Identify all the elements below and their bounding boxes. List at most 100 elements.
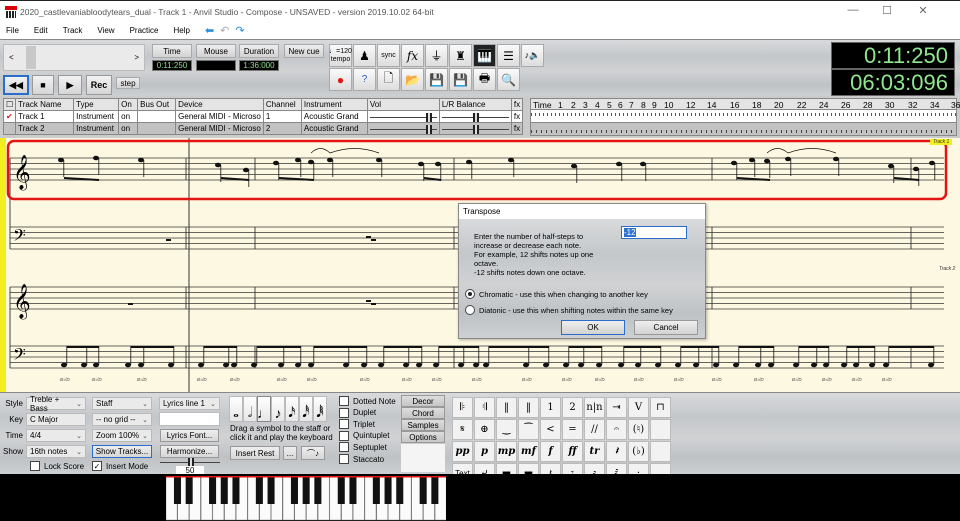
checkbox-box[interactable] — [339, 430, 349, 441]
select-all-checkbox[interactable]: ☐ — [2, 98, 17, 111]
black-key[interactable] — [267, 476, 275, 504]
zoom-select[interactable]: Zoom 100% ⌄ — [92, 429, 152, 442]
keyboard-synth-icon[interactable]: 🎹 — [473, 44, 496, 67]
black-key[interactable] — [372, 476, 380, 504]
decor-symbol[interactable]: mf — [518, 441, 539, 462]
measure-number[interactable]: 8 — [641, 100, 646, 110]
decor-symbol[interactable]: n|n — [584, 397, 605, 418]
scroll-thumb[interactable] — [26, 46, 36, 69]
checkbox-duplet[interactable]: Duplet — [339, 407, 376, 418]
volume-knob[interactable] — [425, 112, 432, 122]
checkbox-dotted-note[interactable]: Dotted Note — [339, 396, 396, 406]
insert-mode-checkbox[interactable]: ✓ Insert Mode — [92, 461, 148, 471]
decor-symbol[interactable]: 𝄐 — [606, 419, 627, 440]
ok-button[interactable]: OK — [561, 320, 625, 335]
play-button[interactable]: ▶ — [58, 75, 82, 95]
checkbox-box[interactable] — [339, 396, 349, 406]
checkbox-box[interactable] — [339, 419, 349, 430]
open-folder-icon[interactable]: 📂 — [401, 68, 424, 91]
track-instrument[interactable]: Acoustic Grand — [300, 110, 368, 123]
time-signature-select[interactable]: 4/4 ⌄ — [26, 429, 86, 442]
track-active-check-icon[interactable]: ✔ — [2, 110, 17, 123]
col-bus-out[interactable]: Bus Out — [137, 98, 177, 111]
decor-symbol[interactable]: p — [474, 441, 495, 462]
menu-view[interactable]: View — [97, 26, 114, 35]
decor-symbol[interactable]: tr — [584, 441, 605, 462]
decor-symbol[interactable]: ⇥ — [606, 397, 627, 418]
half-steps-input[interactable]: -12 — [621, 226, 687, 239]
black-key[interactable] — [232, 476, 240, 504]
lyrics-line-select[interactable]: Lyrics line 1 ⌄ — [159, 397, 220, 410]
lyrics-font-button[interactable]: Lyrics Font... — [160, 429, 219, 442]
black-key[interactable] — [220, 476, 228, 504]
track-device[interactable]: General MIDI - Microso — [175, 110, 264, 123]
col-vol[interactable]: Vol — [366, 98, 440, 111]
black-key[interactable] — [384, 476, 392, 504]
measure-number[interactable]: 4 — [595, 100, 600, 110]
col-device[interactable]: Device — [175, 98, 264, 111]
col-type[interactable]: Type — [73, 98, 120, 111]
lock-score-checkbox[interactable]: Lock Score — [30, 461, 84, 471]
decor-symbol[interactable]: V — [628, 397, 649, 418]
checkbox-box[interactable] — [339, 454, 349, 464]
print-preview-icon[interactable]: 🔍 — [497, 68, 520, 91]
quarter-note-icon[interactable]: ♩ — [257, 396, 271, 422]
show-select[interactable]: 16th notes ⌄ — [26, 445, 86, 458]
track-type[interactable]: Instrument — [73, 110, 120, 123]
decor-symbol[interactable]: 𝄽 — [606, 441, 627, 462]
balance-knob[interactable] — [472, 124, 479, 134]
tie-note-button[interactable]: ⌒♪ — [301, 446, 325, 460]
measure-number[interactable]: 7 — [629, 100, 634, 110]
measure-number[interactable]: 10 — [664, 100, 673, 110]
measure-number[interactable]: 2 — [571, 100, 576, 110]
chromatic-radio[interactable]: Chromatic - use this when changing to an… — [465, 289, 648, 299]
help-icon[interactable]: ? — [353, 68, 376, 91]
black-key[interactable] — [419, 476, 427, 504]
new-file-icon[interactable]: 🗋 — [377, 68, 400, 91]
timeline-overview[interactable]: Time 1 2 3 4 5 6 7 8 9 10 12 14 16 18 20 22 24 26 28 30 32 34… — [530, 98, 960, 136]
black-key[interactable] — [431, 476, 439, 504]
record-button[interactable]: Rec — [86, 75, 112, 95]
track-active-check-icon[interactable] — [2, 122, 17, 135]
decor-symbol[interactable]: mp — [496, 441, 517, 462]
col-track-name[interactable]: Track Name — [15, 98, 75, 111]
measure-number[interactable]: 5 — [607, 100, 612, 110]
maximize-button[interactable]: ☐ — [872, 4, 902, 17]
track-name[interactable]: Track 1 — [15, 110, 75, 123]
rewind-button[interactable]: ◀◀ — [3, 75, 29, 95]
menu-track[interactable]: Track — [63, 26, 83, 35]
black-key[interactable] — [314, 476, 322, 504]
mixer-icon[interactable]: ☰ — [497, 44, 520, 67]
undo-icon[interactable]: ↶ — [220, 24, 229, 37]
track-name[interactable]: Track 2 — [15, 122, 75, 135]
tempo-button[interactable]: ♩=120 tempo — [329, 44, 352, 67]
whole-note-icon[interactable]: 𝅝 — [229, 396, 243, 422]
decor-symbol[interactable]: 𝄇 — [474, 397, 495, 418]
decor-symbol[interactable]: = — [562, 419, 583, 440]
insert-mode-box[interactable]: ✓ — [92, 461, 102, 471]
decor-symbol[interactable]: (♭) — [628, 441, 649, 462]
decor-symbol[interactable]: 1 — [540, 397, 561, 418]
insert-rest-button[interactable]: Insert Rest — [230, 446, 280, 460]
track-on[interactable]: on — [118, 110, 139, 123]
measure-number[interactable]: 34 — [930, 100, 939, 110]
decor-symbol[interactable]: ‖ — [518, 397, 539, 418]
measure-number[interactable]: 1 — [558, 100, 563, 110]
grid-select[interactable]: -- no grid -- ⌄ — [92, 413, 152, 426]
redo-icon[interactable]: ↷ — [235, 24, 244, 37]
tab-chord[interactable]: Chord — [401, 407, 445, 419]
measure-number[interactable]: 24 — [819, 100, 828, 110]
measure-number[interactable]: 30 — [885, 100, 894, 110]
decor-symbol[interactable]: pp — [452, 441, 473, 462]
black-key[interactable] — [302, 476, 310, 504]
measure-number[interactable]: 26 — [841, 100, 850, 110]
scroll-left-arrow[interactable]: < — [9, 53, 14, 62]
measure-number[interactable]: 18 — [752, 100, 761, 110]
menu-help[interactable]: Help — [174, 26, 190, 35]
back-arrow-icon[interactable]: ⬅ — [205, 24, 214, 37]
checkbox-staccato[interactable]: Staccato — [339, 454, 384, 464]
track-row[interactable]: ✔ Track 1 Instrument on General MIDI - M… — [2, 110, 524, 123]
more-button[interactable]: ... — [283, 446, 297, 460]
decor-symbol[interactable]: ‿ — [496, 419, 517, 440]
audio-jack-icon[interactable]: ⏚ — [425, 44, 448, 67]
